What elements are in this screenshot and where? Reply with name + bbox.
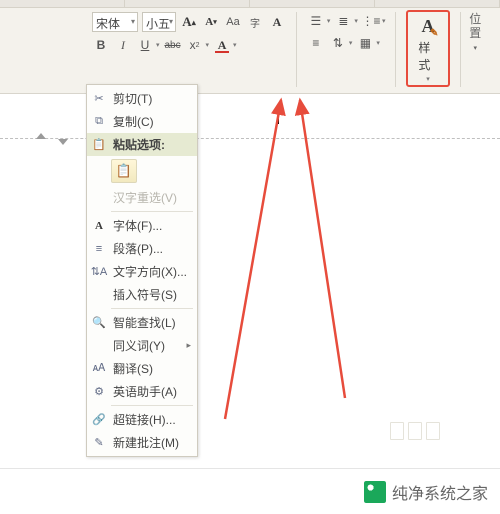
font-color-button[interactable]: A <box>213 36 231 54</box>
assistant-icon: ⚙ <box>91 384 107 400</box>
page-thumbnails <box>390 422 440 440</box>
brand-logo-icon <box>364 481 386 503</box>
cm-translate[interactable]: 🗚 翻译(S) <box>87 357 197 380</box>
cm-hyperlink[interactable]: 🔗 超链接(H)... <box>87 408 197 431</box>
chevron-down-icon[interactable]: ▾ <box>233 41 237 49</box>
translate-icon: 🗚 <box>91 361 107 377</box>
cm-hanzi-reselect: 汉字重选(V) <box>87 186 197 209</box>
font-icon: A <box>91 218 107 234</box>
subscript-button[interactable]: x2 <box>186 36 204 54</box>
search-icon: 🔍 <box>91 315 107 331</box>
chevron-down-icon[interactable]: ▾ <box>327 17 331 25</box>
text-cursor <box>278 108 279 124</box>
cm-text-direction[interactable]: ⇅A 文字方向(X)... <box>87 260 197 283</box>
align-left-button[interactable]: ≡ <box>307 34 325 52</box>
cm-paragraph[interactable]: ≡ 段落(P)... <box>87 237 197 260</box>
styles-icon: A ✎ <box>421 16 434 37</box>
bullets-button[interactable]: ☰ <box>307 12 325 30</box>
position-label: 位置 <box>464 12 486 40</box>
scissors-icon: ✂ <box>91 91 107 107</box>
change-case-button[interactable]: Aa <box>224 13 242 31</box>
blank-icon <box>91 338 107 354</box>
document-canvas[interactable] <box>0 94 500 494</box>
chevron-down-icon[interactable]: ▾ <box>169 17 173 26</box>
copy-icon: ⧉ <box>91 114 107 130</box>
text-direction-icon: ⇅A <box>91 264 107 280</box>
chevron-right-icon: ▸ <box>186 340 191 351</box>
cm-insert-symbol[interactable]: 插入符号(S) <box>87 283 197 306</box>
paragraph-icon: ≡ <box>91 241 107 257</box>
styles-button[interactable]: A ✎ 样式 ▾ <box>406 10 449 87</box>
paste-keep-source-button[interactable]: 📋 <box>111 159 137 183</box>
brush-icon: ✎ <box>430 28 438 39</box>
underline-button[interactable]: U <box>136 36 154 54</box>
line-spacing-button[interactable]: ⇅ <box>329 34 347 52</box>
chevron-down-icon[interactable]: ▾ <box>376 39 380 47</box>
blank-icon <box>91 190 107 206</box>
cm-english-assistant[interactable]: ⚙ 英语助手(A) <box>87 380 197 403</box>
bold-button[interactable]: B <box>92 36 110 54</box>
cm-paste-option-row: 📋 <box>87 156 197 186</box>
italic-button[interactable]: I <box>114 36 132 54</box>
clear-formatting-button[interactable]: A <box>268 13 286 31</box>
ruler <box>0 138 500 139</box>
grow-font-button[interactable]: A▴ <box>180 13 198 31</box>
multilevel-list-button[interactable]: ⋮≡ <box>362 12 380 30</box>
chevron-down-icon[interactable]: ▾ <box>354 17 358 25</box>
menu-separator <box>111 308 193 309</box>
brand-text: 纯净系统之家 <box>392 480 488 504</box>
menu-separator <box>111 211 193 212</box>
shading-button[interactable]: ▦ <box>356 34 374 52</box>
chevron-down-icon[interactable]: ▾ <box>206 41 210 49</box>
menu-separator <box>111 405 193 406</box>
chevron-down-icon[interactable]: ▾ <box>156 41 160 49</box>
chevron-down-icon: ▾ <box>426 75 430 83</box>
link-icon: 🔗 <box>91 412 107 428</box>
styles-label: 样式 <box>418 39 437 73</box>
watermark-footer: 纯净系统之家 <box>0 468 500 514</box>
window-titlebar-strip <box>0 0 500 8</box>
clipboard-icon: 📋 <box>91 137 107 153</box>
blank-icon <box>91 287 107 303</box>
font-name-value: 宋体 <box>96 17 120 31</box>
cm-paste-options[interactable]: 📋 粘贴选项: <box>87 133 197 156</box>
font-size-value: 小五 <box>146 17 170 31</box>
context-menu: ✂ 剪切(T) ⧉ 复制(C) 📋 粘贴选项: 📋 汉字重选(V) A 字体(F… <box>86 84 198 457</box>
comment-icon: ✎ <box>91 435 107 451</box>
ribbon-right-group: 位置 ▾ <box>464 12 494 87</box>
font-name-combo[interactable]: 宋体 ▾ <box>92 12 138 32</box>
shrink-font-button[interactable]: A▾ <box>202 13 220 31</box>
cm-new-comment[interactable]: ✎ 新建批注(M) <box>87 431 197 454</box>
strikethrough-button[interactable]: abc <box>164 36 182 54</box>
chevron-down-icon[interactable]: ▾ <box>131 17 135 26</box>
cm-cut[interactable]: ✂ 剪切(T) <box>87 87 197 110</box>
annotation-arrows <box>0 94 500 514</box>
font-size-combo[interactable]: 小五 ▾ <box>142 12 176 32</box>
cm-font[interactable]: A 字体(F)... <box>87 214 197 237</box>
color-swatch <box>215 51 229 53</box>
cm-smart-lookup[interactable]: 🔍 智能查找(L) <box>87 311 197 334</box>
numbering-button[interactable]: ≣ <box>334 12 352 30</box>
phonetic-guide-button[interactable]: 字 <box>246 13 264 31</box>
ribbon-font-group: 宋体 ▾ 小五 ▾ A▴ A▾ Aa 字 A B I U ▾ abc x2 ▾ … <box>0 8 500 94</box>
chevron-down-icon[interactable]: ▾ <box>382 17 386 25</box>
cm-copy[interactable]: ⧉ 复制(C) <box>87 110 197 133</box>
chevron-down-icon[interactable]: ▾ <box>349 39 353 47</box>
cm-synonyms[interactable]: 同义词(Y) ▸ <box>87 334 197 357</box>
